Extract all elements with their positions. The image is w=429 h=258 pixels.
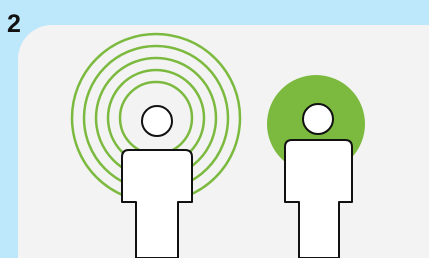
person-head-left: [141, 105, 173, 137]
person-head-right: [302, 103, 334, 135]
illustration: [70, 32, 365, 258]
person-body-left: [121, 149, 193, 258]
person-body-right: [284, 139, 353, 258]
step-card: 2: [0, 0, 429, 258]
person-figure-left: [121, 105, 193, 258]
